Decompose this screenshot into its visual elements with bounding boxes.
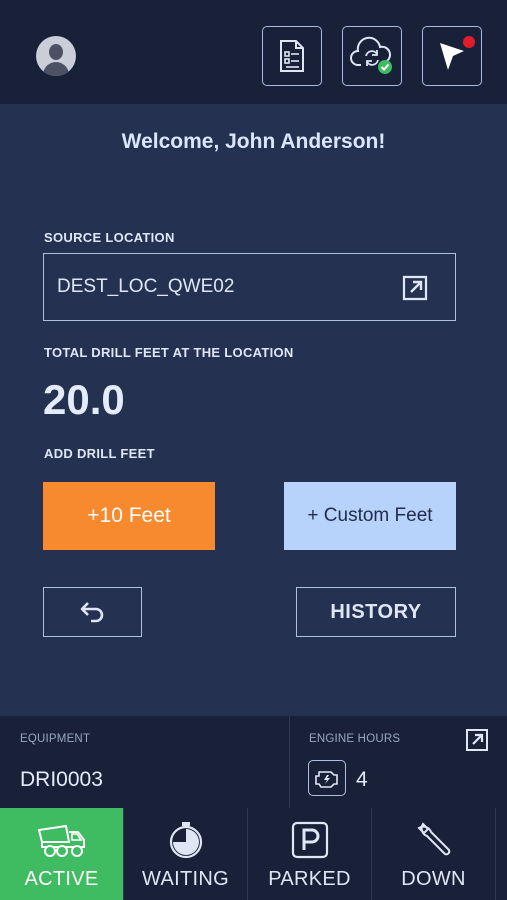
tab-active[interactable]: ACTIVE [0, 808, 124, 900]
add-ten-feet-button[interactable]: +10 Feet [43, 482, 215, 550]
engine-icon [308, 760, 346, 796]
undo-button[interactable] [43, 587, 142, 637]
status-tab-bar: ACTIVE WAITING PARKED DOWN [0, 808, 507, 900]
add-custom-feet-button[interactable]: + Custom Feet [284, 482, 456, 550]
equipment-label: EQUIPMENT [20, 733, 91, 745]
equipment-info-bar: EQUIPMENT DRI0003 ENGINE HOURS 4 [0, 716, 507, 808]
report-button[interactable] [262, 26, 322, 86]
parking-icon [290, 808, 330, 860]
avatar-head [49, 44, 63, 60]
report-icon [280, 40, 304, 72]
equipment-value: DRI0003 [20, 768, 103, 791]
top-bar [0, 0, 507, 104]
total-drill-label: TOTAL DRILL FEET AT THE LOCATION [44, 345, 294, 360]
add-drill-label: ADD DRILL FEET [44, 446, 155, 461]
tab-label: DOWN [401, 868, 466, 890]
source-location-field[interactable]: DEST_LOC_QWE02 [43, 253, 456, 321]
tab-label: PARKED [268, 868, 351, 890]
cloud-sync-icon [350, 36, 392, 74]
cloud-sync-button[interactable] [342, 26, 402, 86]
navigation-button[interactable] [422, 26, 482, 86]
dump-truck-icon [36, 808, 88, 860]
tab-waiting[interactable]: WAITING [124, 808, 248, 900]
source-location-label: SOURCE LOCATION [44, 230, 175, 245]
engine-hours-label: ENGINE HOURS [309, 733, 401, 745]
avatar-body [43, 62, 69, 76]
open-external-icon[interactable] [401, 274, 429, 302]
tab-down[interactable]: DOWN [372, 808, 496, 900]
avatar-icon[interactable] [36, 36, 76, 76]
tab-label: WAITING [142, 868, 229, 890]
wrench-icon [414, 808, 454, 860]
history-button[interactable]: HISTORY [296, 587, 456, 637]
engine-hours-value: 4 [356, 768, 368, 791]
tab-parked[interactable]: PARKED [248, 808, 372, 900]
undo-icon [80, 602, 103, 623]
total-drill-value: 20.0 [43, 376, 125, 423]
welcome-message: Welcome, John Anderson! [121, 130, 386, 153]
timer-icon [166, 808, 206, 860]
info-divider [289, 716, 290, 808]
notification-dot [463, 36, 475, 48]
source-location-value: DEST_LOC_QWE02 [57, 276, 235, 297]
tab-label: ACTIVE [24, 868, 99, 890]
open-external-icon[interactable] [465, 728, 489, 752]
